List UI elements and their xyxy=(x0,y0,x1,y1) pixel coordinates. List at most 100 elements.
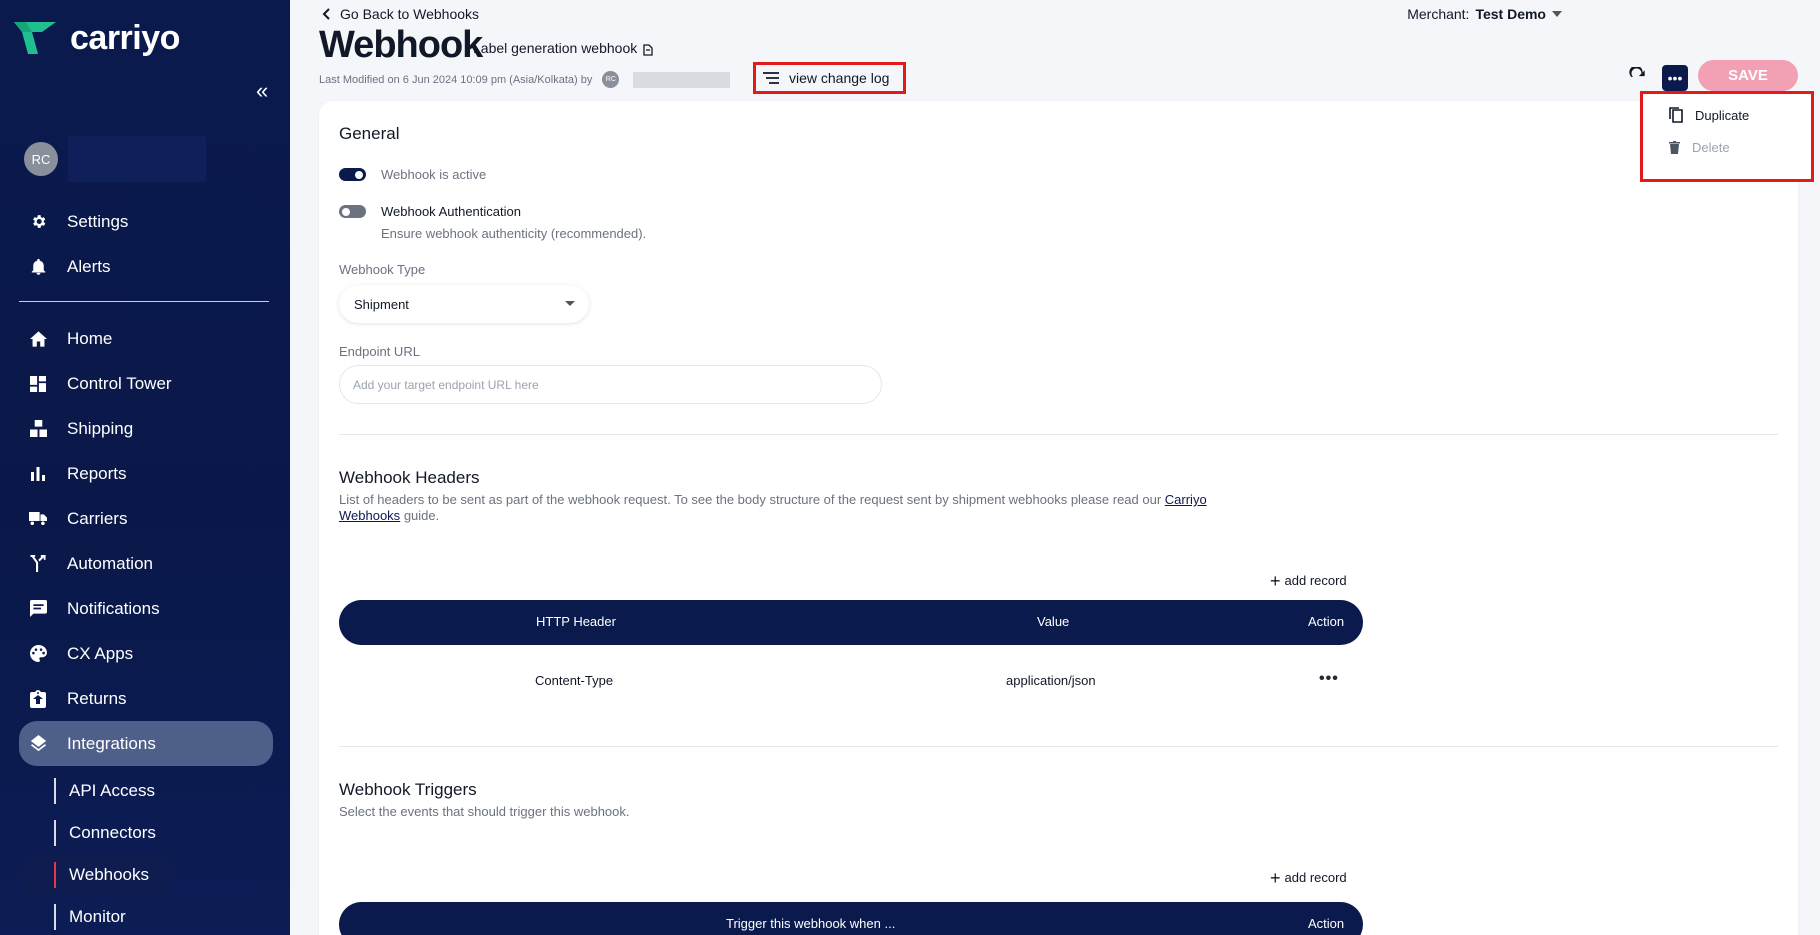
plus-icon: + xyxy=(1270,570,1281,591)
section-divider xyxy=(339,746,1778,747)
avatar: RC xyxy=(602,71,620,88)
back-to-webhooks-link[interactable]: Go Back to Webhooks xyxy=(322,6,479,22)
general-section-title: General xyxy=(339,124,400,143)
sidebar-item-label: CX Apps xyxy=(67,643,134,663)
layers-icon xyxy=(29,735,47,753)
header-cell-name: Content-Type xyxy=(535,673,614,688)
return-icon xyxy=(29,689,47,708)
column-header-action: Action xyxy=(1308,916,1345,931)
page-title: Webhook xyxy=(319,24,483,66)
column-header-http-header: HTTP Header xyxy=(536,614,616,629)
sidebar-item-label: Automation xyxy=(67,553,153,573)
delete-menu-item[interactable]: Delete xyxy=(1643,132,1811,162)
toggle-knob xyxy=(342,207,350,216)
ellipsis-icon: ••• xyxy=(1667,70,1683,86)
sidebar-subitem-connectors[interactable]: Connectors xyxy=(19,812,273,854)
sidebar-item-alerts[interactable]: Alerts xyxy=(19,244,273,289)
sidebar-subitem-label: Connectors xyxy=(69,823,156,842)
add-record-label: add record xyxy=(1284,573,1347,588)
sidebar-item-cx-apps[interactable]: CX Apps xyxy=(19,631,273,676)
edit-cursor-icon[interactable] xyxy=(643,44,653,56)
webhook-headers-description: List of headers to be sent as part of th… xyxy=(339,492,1299,524)
sidebar-item-home[interactable]: Home xyxy=(19,316,273,361)
more-options-button[interactable]: ••• xyxy=(1662,65,1688,91)
sidebar-subitem-label: API Access xyxy=(69,781,155,800)
merchant-label: Merchant: xyxy=(1407,6,1470,22)
section-divider xyxy=(339,434,1778,435)
webhook-authentication-label: Webhook Authentication xyxy=(381,204,521,219)
duplicate-label: Duplicate xyxy=(1695,107,1750,123)
webhook-type-value: Shipment xyxy=(354,296,409,312)
headers-desc-suffix: guide. xyxy=(403,508,440,523)
avatar: RC xyxy=(24,142,58,176)
sidebar-top-nav: Settings Alerts Home Control Tower Shipp… xyxy=(19,199,273,935)
sidebar-subitem-api-access[interactable]: API Access xyxy=(19,770,273,812)
sidebar-divider xyxy=(19,301,269,302)
caret-down-icon xyxy=(565,301,575,306)
sidebar-item-label: Alerts xyxy=(67,256,111,276)
sidebar-subitem-monitor[interactable]: Monitor xyxy=(19,896,273,935)
sidebar-item-label: Carriers xyxy=(67,508,128,528)
sidebar-item-automation[interactable]: Automation xyxy=(19,541,273,586)
duplicate-menu-item[interactable]: Duplicate xyxy=(1643,100,1811,130)
add-trigger-record-button[interactable]: + add record xyxy=(1270,869,1347,887)
sidebar-item-returns[interactable]: Returns xyxy=(19,676,273,721)
sidebar-item-notifications[interactable]: Notifications xyxy=(19,586,273,631)
sidebar: carriyo « RC Settings Alerts Home Contro… xyxy=(0,0,290,935)
headers-table-header: HTTP Header Value Action xyxy=(339,600,1363,645)
sidebar-item-settings[interactable]: Settings xyxy=(19,199,273,244)
toggle-knob xyxy=(355,170,363,179)
palette-icon xyxy=(29,645,47,663)
sidebar-item-label: Returns xyxy=(67,688,127,708)
logo[interactable]: carriyo xyxy=(12,18,180,58)
sidebar-item-control-tower[interactable]: Control Tower xyxy=(19,361,273,406)
truck-icon xyxy=(29,510,47,528)
refresh-icon[interactable] xyxy=(1628,65,1648,87)
more-options-dropdown: Duplicate Delete xyxy=(1640,91,1814,182)
column-header-value: Value xyxy=(1037,614,1070,629)
message-icon xyxy=(29,600,47,618)
merchant-value: Test Demo xyxy=(1475,6,1546,22)
boxes-icon xyxy=(29,420,47,438)
list-icon xyxy=(763,72,779,84)
last-modified-text: Last Modified on 6 Jun 2024 10:09 pm (As… xyxy=(319,73,593,86)
add-record-label: add record xyxy=(1284,870,1347,885)
sidebar-subitem-label: Webhooks xyxy=(69,865,150,884)
webhook-active-label: Webhook is active xyxy=(381,167,487,182)
sidebar-subitem-webhooks[interactable]: Webhooks xyxy=(19,854,174,896)
sidebar-item-integrations[interactable]: Integrations xyxy=(19,721,273,766)
headers-desc-text: List of headers to be sent as part of th… xyxy=(339,492,1162,507)
header-cell-value: application/json xyxy=(1006,673,1096,688)
webhook-type-select[interactable]: Shipment xyxy=(339,285,589,323)
caret-down-icon xyxy=(1552,11,1562,17)
webhook-authentication-toggle[interactable] xyxy=(339,205,366,218)
sidebar-item-shipping[interactable]: Shipping xyxy=(19,406,273,451)
carriyo-logo-icon xyxy=(14,22,56,54)
sidebar-item-reports[interactable]: Reports xyxy=(19,451,273,496)
bar-chart-icon xyxy=(29,465,47,483)
add-header-record-button[interactable]: + add record xyxy=(1270,570,1347,591)
webhook-headers-title: Webhook Headers xyxy=(339,468,480,487)
save-button[interactable]: SAVE xyxy=(1698,60,1798,91)
endpoint-url-input[interactable] xyxy=(339,365,882,404)
copy-icon xyxy=(1669,107,1683,123)
triggers-table-header: Trigger this webhook when ... Action xyxy=(339,902,1363,935)
collapse-sidebar-icon[interactable]: « xyxy=(256,80,278,102)
sidebar-subitem-label: Monitor xyxy=(69,907,126,926)
webhook-active-toggle[interactable] xyxy=(339,168,366,181)
gear-icon xyxy=(29,213,47,231)
column-header-action: Action xyxy=(1308,614,1345,629)
sidebar-item-label: Shipping xyxy=(67,418,134,438)
delete-label: Delete xyxy=(1692,139,1730,155)
webhook-triggers-description: Select the events that should trigger th… xyxy=(339,804,630,819)
sidebar-item-carriers[interactable]: Carriers xyxy=(19,496,273,541)
webhook-name-label: Label generation webhook xyxy=(473,40,638,56)
home-icon xyxy=(29,330,47,348)
user-profile[interactable]: RC xyxy=(24,136,206,182)
row-actions-ellipsis-icon[interactable]: ••• xyxy=(1319,670,1339,688)
sidebar-item-label: Control Tower xyxy=(67,373,172,393)
sidebar-item-label: Settings xyxy=(67,211,129,231)
merchant-selector[interactable]: Merchant: Test Demo xyxy=(1407,6,1562,22)
view-change-log-button[interactable]: view change log xyxy=(753,62,906,94)
last-modified-info: Last Modified on 6 Jun 2024 10:09 pm (As… xyxy=(319,71,731,88)
